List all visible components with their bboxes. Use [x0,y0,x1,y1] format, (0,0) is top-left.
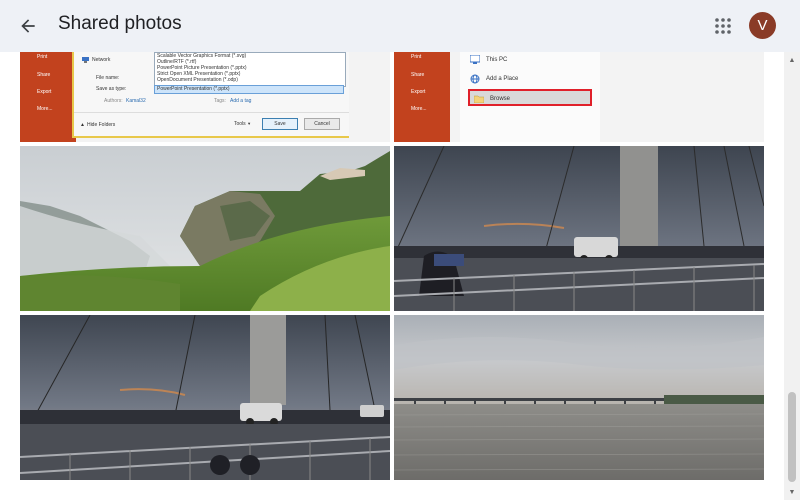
network-label: Network [92,57,111,63]
globe-icon [470,74,480,84]
location-add-place[interactable]: Add a Place [470,74,518,84]
authors-label: Authors: [104,98,123,104]
save-type-label: Save as type: [96,86,127,92]
photo-tile-river[interactable] [394,315,764,480]
ppt-menu-share: Share [37,72,51,78]
back-button[interactable] [14,12,42,40]
top-app-bar: Shared photos V [0,0,800,52]
photo-tile-bridge-dusk-1[interactable] [394,146,764,311]
file-type-list[interactable]: Scalable Vector Graphics Format (*.svg) … [154,52,346,87]
save-as-dialog: Network Scalable Vector Graphics Format … [72,52,351,138]
authors-value[interactable]: Kamal32 [126,98,146,104]
apps-grid-icon [715,18,731,34]
photo-grid: Print Share Export More... Network Scala… [0,52,784,500]
cancel-button-label: Cancel [314,121,330,127]
bridge-dusk-photo [20,315,390,480]
scroll-up-button[interactable]: ▲ [784,54,800,66]
tile-background [349,52,390,142]
caret-up-icon: ▲ [788,56,796,64]
save-button[interactable]: Save [262,118,298,130]
tags-value[interactable]: Add a tag [230,98,251,104]
arrow-left-icon [21,19,35,33]
computer-icon [470,55,480,64]
ppt-menu-share: Share [411,72,425,78]
ppt-menu-more: More... [411,106,427,112]
ppt-sidebar: Print Share Export More... [20,52,76,142]
photo-tile-bridge-dusk-2[interactable] [20,315,390,480]
network-icon [82,57,89,63]
caret-down-icon: ▼ [788,488,796,496]
photo-tile-misty-cliff[interactable] [20,146,390,311]
tools-menu[interactable]: Tools ▼ [234,121,251,127]
save-type-value: PowerPoint Presentation (*.pptx) [157,86,230,92]
hide-folders-label: Hide Folders [86,122,116,128]
page-title: Shared photos [58,13,182,34]
ppt-menu-print: Print [411,54,422,60]
scroll-down-button[interactable]: ▼ [784,486,800,498]
location-this-pc[interactable]: This PC [470,55,507,64]
this-pc-label: This PC [486,56,508,63]
tags-label: Tags: [214,98,226,104]
photo-tile-save-dialog[interactable]: Print Share Export More... Network Scala… [20,52,390,142]
ppt-menu-export: Export [411,89,426,95]
folder-icon [474,95,484,103]
hide-folders-toggle[interactable]: ▲ Hide Folders [80,122,115,128]
apps-button[interactable] [709,12,737,40]
river-photo [394,315,764,480]
ppt-sidebar: Print Share Export More... [394,52,450,142]
locations-panel: This PC Add a Place Browse [460,52,600,142]
browse-label: Browse [490,96,511,102]
caret-up-icon: ▲ [80,122,85,128]
add-place-label: Add a Place [486,76,519,82]
dropdown-arrow-icon: ▼ [247,121,252,126]
vertical-scrollbar[interactable]: ▲ ▼ [784,52,800,500]
cancel-button[interactable]: Cancel [304,118,340,130]
dialog-divider [74,112,349,113]
file-name-label: File name: [96,75,120,81]
scroll-thumb[interactable] [788,392,796,482]
photo-tile-save-locations[interactable]: Print Share Export More... This PC Add a… [394,52,764,142]
tools-label: Tools [234,121,246,127]
save-button-label: Save [274,121,286,127]
location-browse[interactable]: Browse [468,89,592,106]
save-type-select[interactable]: PowerPoint Presentation (*.pptx) [154,85,344,94]
bridge-dusk-photo [394,146,764,311]
ppt-menu-print: Print [37,54,48,60]
account-avatar[interactable]: V [749,12,776,39]
ppt-menu-export: Export [37,89,52,95]
ppt-menu-more: More... [37,106,53,112]
misty-cliff-photo [20,146,390,311]
file-type-option[interactable]: OpenDocument Presentation (*.odp) [155,77,345,83]
